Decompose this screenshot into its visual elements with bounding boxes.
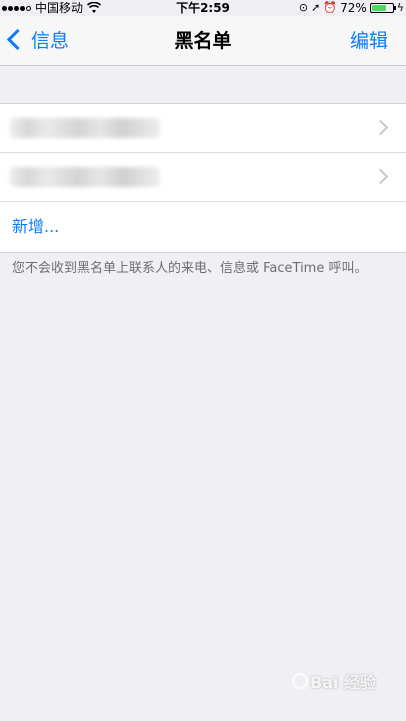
blurred-contact-name (10, 118, 160, 138)
blocked-list: 新增... (0, 103, 406, 253)
alarm-icon: ⏰ (323, 1, 338, 14)
blurred-contact-name (10, 167, 160, 187)
blocked-contact-row[interactable] (0, 104, 406, 153)
status-bar: 中国移动 下午2:59 ⊙ ➚ ⏰ 72% ϟ (0, 0, 406, 16)
blocked-list-footer-note: 您不会收到黑名单上联系人的来电、信息或 FaceTime 呼叫。 (12, 261, 368, 276)
watermark: Bai 经验 (291, 669, 376, 693)
status-right: ⊙ ➚ ⏰ 72% ϟ (299, 0, 404, 16)
baidu-paw-icon (291, 673, 308, 689)
battery-icon (369, 3, 396, 13)
battery-percent: 72% (340, 1, 367, 15)
edit-button[interactable]: 编辑 (350, 26, 388, 53)
watermark-text: Bai 经验 (309, 673, 376, 692)
charging-icon: ϟ (396, 1, 404, 14)
blocked-contact-row[interactable] (0, 153, 406, 202)
battery-fill (371, 5, 387, 11)
rotation-lock-icon: ⊙ (298, 1, 309, 14)
location-icon: ➚ (311, 1, 321, 14)
page-title: 黑名单 (174, 30, 232, 52)
chevron-right-icon (372, 119, 389, 136)
navigation-bar: 信息 黑名单 编辑 (0, 16, 406, 66)
chevron-right-icon (372, 168, 389, 185)
add-new-button[interactable]: 新增... (0, 202, 406, 252)
